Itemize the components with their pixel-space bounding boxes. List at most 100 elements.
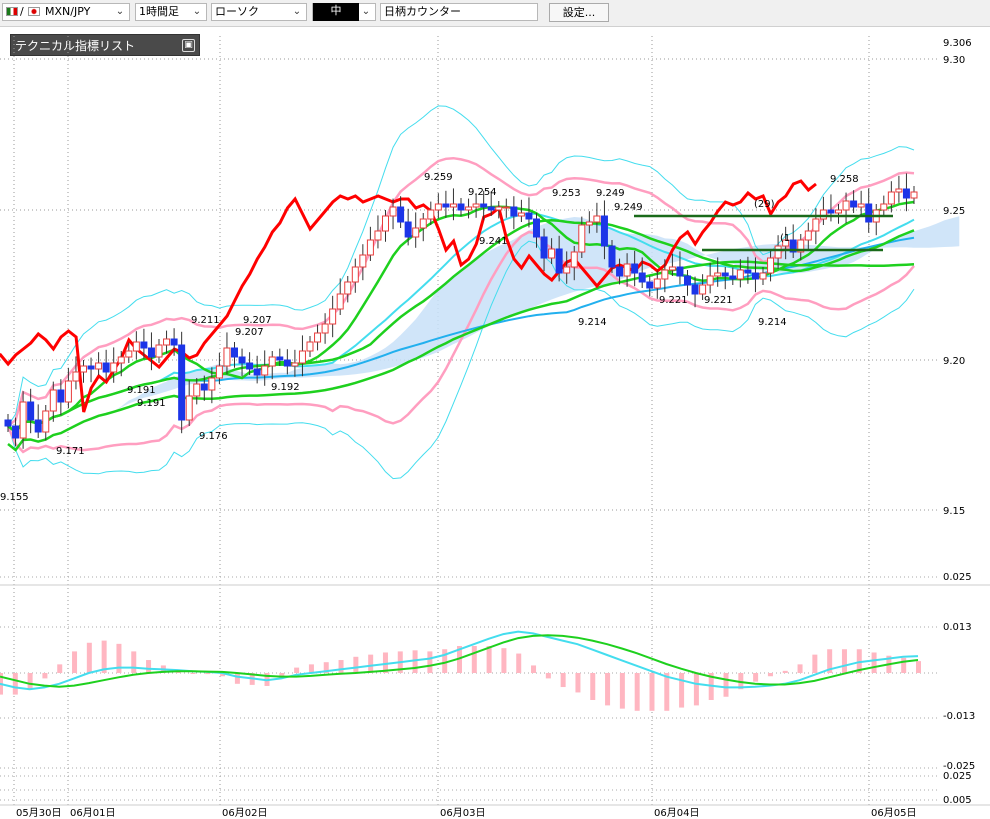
price-annotation-label: 9.191 — [127, 385, 156, 396]
price-annotation-label: 9.241 — [479, 236, 508, 247]
bearish-candle — [751, 272, 759, 280]
bearish-candle — [480, 203, 488, 208]
macd-histogram-bar — [531, 665, 537, 673]
bullish-candle — [19, 401, 27, 439]
bullish-candle — [774, 245, 782, 259]
macd-histogram-bar — [545, 673, 551, 679]
bearish-candle — [457, 203, 465, 211]
macd-histogram-bar — [12, 673, 18, 695]
bullish-candle — [593, 215, 601, 223]
macd-histogram-bar — [353, 656, 359, 673]
osc-tick-label: 0.013 — [943, 622, 972, 633]
bullish-candle — [548, 248, 556, 259]
macd-histogram-bar — [664, 673, 670, 711]
bullish-candle — [563, 266, 571, 274]
price-annotation-label: 9.259 — [424, 172, 453, 183]
bullish-candle — [351, 266, 359, 283]
bullish-candle — [185, 395, 193, 421]
bullish-candle — [767, 257, 775, 274]
macd-histogram-bar — [486, 646, 492, 673]
macd-histogram-bar — [649, 673, 655, 711]
macd-histogram-bar — [605, 673, 611, 706]
price-annotation-label: 9.249 — [596, 188, 625, 199]
price-annotation-label: 9.214 — [578, 317, 607, 328]
bearish-candle — [12, 425, 20, 439]
macd-histogram-bar — [86, 642, 92, 673]
price-annotation-label: (29) — [754, 199, 775, 210]
bullish-candle — [699, 284, 707, 295]
bullish-candle — [502, 206, 510, 209]
price-annotation-label: (1 — [780, 233, 790, 244]
bearish-candle — [631, 263, 639, 274]
size-select[interactable]: 中 ⌄ — [312, 3, 376, 21]
bearish-candle — [87, 365, 95, 370]
date-axis-label: 06月05日 — [871, 807, 916, 819]
price-annotation-label: 9.258 — [830, 174, 859, 185]
bearish-candle — [404, 221, 412, 238]
size-label: 中 — [313, 3, 359, 21]
price-annotation-label: 9.155 — [0, 492, 29, 503]
bullish-candle — [72, 371, 80, 382]
macd-histogram-bar — [442, 649, 448, 673]
bearish-candle — [442, 203, 450, 208]
chart-style-label: ローソク — [215, 5, 259, 18]
bullish-candle — [578, 224, 586, 253]
current-price-label: 9.306 — [943, 38, 972, 49]
bearish-candle — [140, 341, 148, 349]
price-annotation-label: 9.192 — [271, 382, 300, 393]
bullish-candle — [336, 293, 344, 310]
bearish-candle — [525, 212, 533, 220]
macd-histogram-bar — [190, 673, 196, 674]
bullish-candle — [321, 323, 329, 334]
timeframe-select[interactable]: 1時間足 ⌄ — [135, 3, 207, 21]
macd-histogram-bar — [679, 673, 685, 708]
chart-style-select[interactable]: ローソク ⌄ — [211, 3, 307, 21]
bullish-candle — [434, 203, 442, 211]
bullish-candle — [857, 203, 865, 208]
bullish-candle — [298, 350, 306, 364]
chevron-down-icon: ⌄ — [292, 6, 302, 17]
price-annotation-label: 9.207 — [235, 327, 264, 338]
bullish-candle — [661, 269, 669, 280]
bullish-candle — [215, 365, 223, 379]
bearish-candle — [721, 272, 729, 277]
macd-histogram-bar — [412, 650, 418, 673]
macd-histogram-bar — [590, 673, 596, 700]
bullish-candle — [110, 362, 118, 373]
bullish-candle — [95, 362, 103, 370]
bearish-candle — [283, 359, 291, 367]
bearish-candle — [646, 281, 654, 289]
bullish-candle — [668, 266, 676, 271]
osc-tick-label: 0.025 — [943, 572, 972, 583]
bearish-candle — [729, 275, 737, 280]
date-counter-field[interactable]: 日柄カウンター — [380, 3, 538, 21]
chevron-down-icon: ⌄ — [361, 6, 371, 17]
bullish-candle — [759, 272, 767, 280]
bullish-candle — [389, 206, 397, 217]
price-chart[interactable]: 9.309.259.209.159.3060.0250.013-0.013-0.… — [0, 26, 990, 819]
bullish-candle — [736, 269, 744, 280]
bearish-candle — [178, 344, 186, 421]
price-annotation-label: 9.191 — [137, 398, 166, 409]
bullish-candle — [714, 272, 722, 277]
bullish-candle — [895, 188, 903, 193]
bullish-candle — [306, 341, 314, 352]
bullish-candle — [49, 389, 57, 412]
bullish-candle — [427, 209, 435, 220]
bullish-candle — [374, 230, 382, 241]
bullish-candle — [329, 308, 337, 325]
bullish-candle — [842, 200, 850, 211]
macd-histogram-bar — [812, 654, 818, 673]
currency-pair-select[interactable]: / MXN/JPY ⌄ — [2, 3, 130, 21]
macd-histogram-bar — [560, 673, 566, 688]
japan-flag-icon — [28, 7, 40, 16]
price-tick-label: 9.25 — [943, 206, 965, 217]
bearish-candle — [638, 272, 646, 283]
bullish-candle — [835, 209, 842, 214]
bearish-candle — [246, 362, 254, 370]
bearish-candle — [676, 266, 684, 277]
settings-button[interactable]: 設定... — [549, 3, 609, 22]
macd-histogram-bar — [308, 664, 314, 673]
bullish-candle — [472, 203, 480, 208]
macd-histogram-bar — [131, 651, 137, 673]
